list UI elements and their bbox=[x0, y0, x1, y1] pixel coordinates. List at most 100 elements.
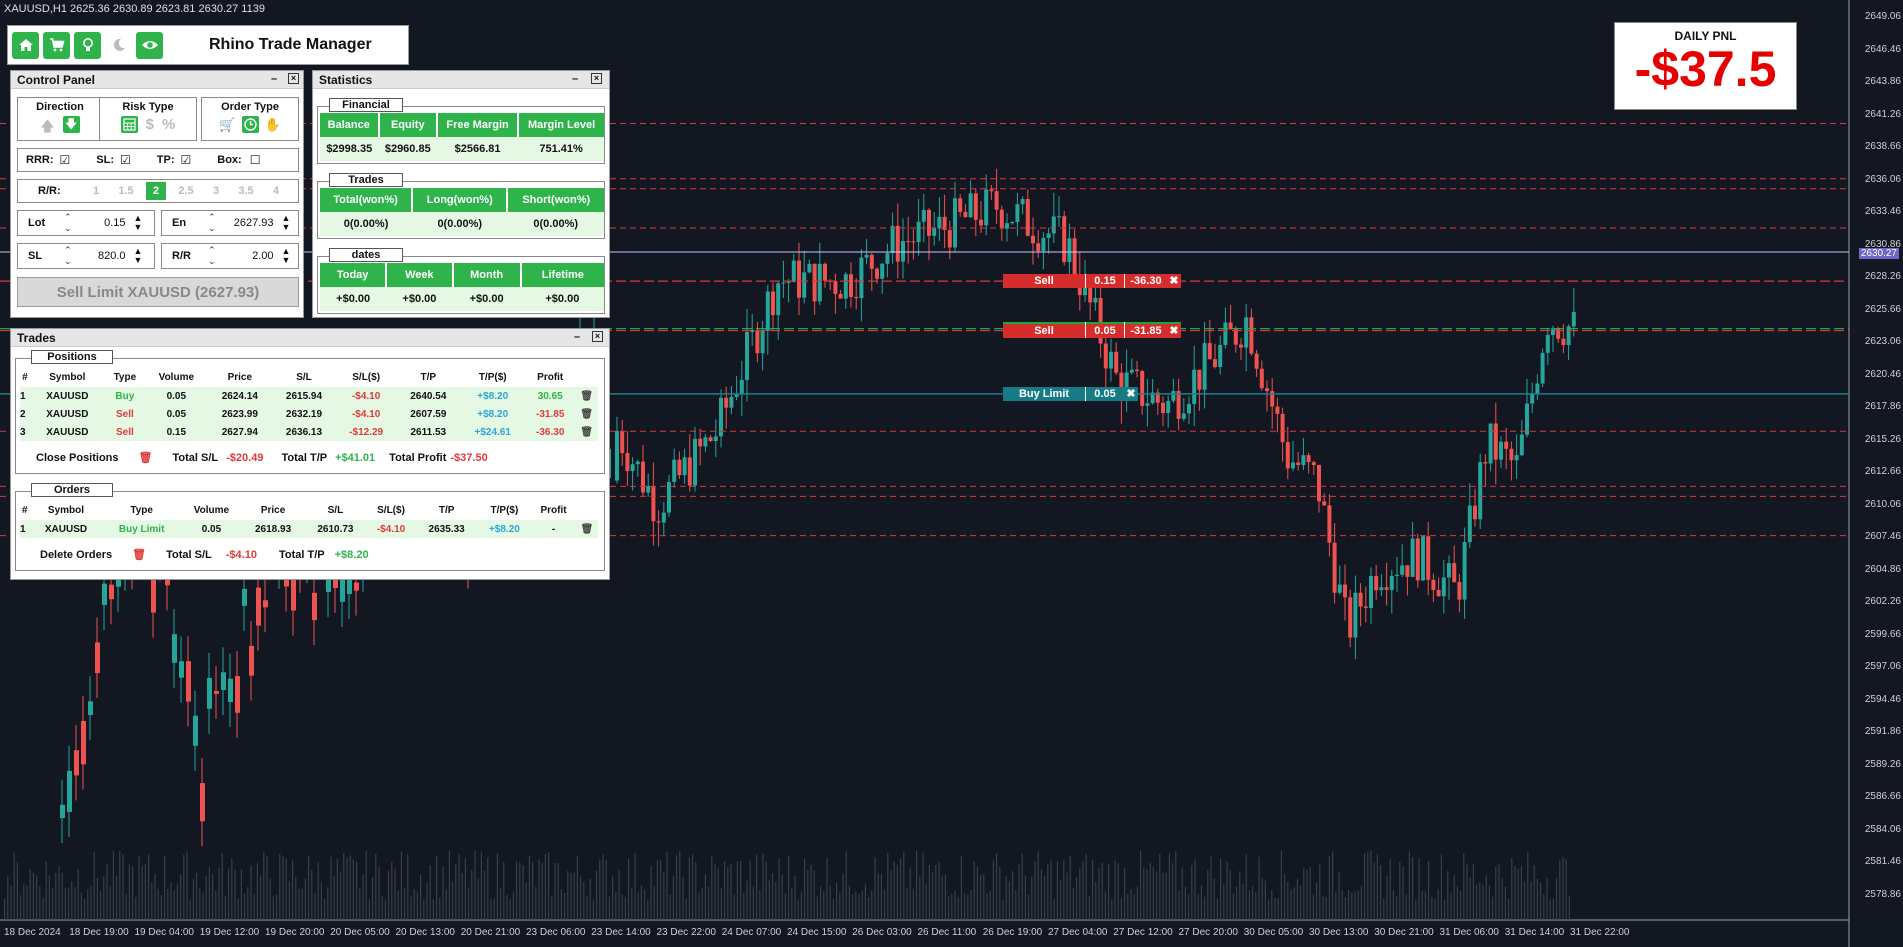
rr-option[interactable]: 2 bbox=[146, 182, 166, 200]
minimize-icon[interactable]: – bbox=[572, 73, 578, 85]
hand-icon[interactable]: ✋ bbox=[265, 117, 281, 133]
volume-bar bbox=[916, 850, 918, 920]
market-cart-icon[interactable]: 🛒 bbox=[219, 117, 235, 133]
close-icon[interactable]: ✖ bbox=[1167, 274, 1181, 289]
rr-stepper-icon[interactable]: ▲ ▼ bbox=[282, 247, 291, 265]
minimize-icon[interactable]: – bbox=[574, 331, 580, 343]
entry-spinner-icon[interactable]: ⌃ ⌄ bbox=[208, 212, 216, 234]
rr-option[interactable]: 1.5 bbox=[116, 182, 136, 200]
home-button[interactable] bbox=[12, 31, 39, 59]
volume-bar bbox=[1504, 886, 1506, 920]
entry-stepper-icon[interactable]: ▲ ▼ bbox=[282, 214, 291, 232]
volume-bar bbox=[1508, 899, 1510, 920]
rr-option[interactable]: 3 bbox=[206, 182, 226, 200]
volume-bar bbox=[688, 857, 690, 920]
volume-bar bbox=[845, 851, 847, 920]
volume-bar bbox=[253, 894, 255, 920]
sl-spinner-icon[interactable]: ⌃ ⌄ bbox=[64, 245, 72, 267]
position-row[interactable]: 2 XAUUSD Sell 0.05 2623.99 2632.19 -$4.10 2607.… bbox=[20, 405, 598, 423]
volume-bar bbox=[1031, 876, 1033, 920]
volume-bar bbox=[1124, 868, 1126, 920]
rr-option[interactable]: 2.5 bbox=[176, 182, 196, 200]
total-sl-value: -$20.49 bbox=[226, 451, 264, 464]
entry-input[interactable]: 2627.93 bbox=[224, 217, 274, 229]
rr-option[interactable]: 4 bbox=[266, 182, 286, 200]
rr-option[interactable]: 1 bbox=[86, 182, 106, 200]
sl-input[interactable]: 820.0 bbox=[82, 250, 126, 262]
volume-bar bbox=[1050, 860, 1052, 920]
position-row[interactable]: 3 XAUUSD Sell 0.15 2627.94 2636.13 -$12.29 2611… bbox=[20, 423, 598, 441]
trash-icon[interactable]: 🗑 bbox=[132, 548, 146, 561]
delete-orders-button[interactable]: Delete Orders bbox=[40, 549, 112, 561]
arrow-up-icon[interactable]: 🡅 bbox=[40, 116, 54, 140]
volume-bar bbox=[637, 892, 639, 920]
rr-spinner-icon[interactable]: ⌃ ⌄ bbox=[208, 245, 216, 267]
cell-sl: 2610.73 bbox=[317, 523, 354, 535]
lot-stepper-icon[interactable]: ▲ ▼ bbox=[134, 214, 143, 232]
lightbulb-button[interactable] bbox=[74, 31, 101, 59]
calculator-icon[interactable] bbox=[120, 116, 138, 133]
cell-price: 2624.14 bbox=[221, 390, 258, 402]
volume-bar bbox=[570, 873, 572, 920]
sl-checkbox[interactable]: ☑ bbox=[120, 153, 131, 167]
chart-trade-label[interactable]: Buy Limit 0.05 ✖ bbox=[1003, 386, 1138, 401]
arrow-down-icon[interactable]: 🡇 bbox=[62, 116, 80, 133]
candle-body bbox=[1176, 391, 1181, 419]
position-row[interactable]: 1 XAUUSD Buy 0.05 2624.14 2615.94 -$4.10 2640.5… bbox=[20, 387, 598, 405]
cell-profit: 30.65 bbox=[537, 390, 563, 402]
volume-bar bbox=[1143, 867, 1145, 920]
cell-profit: - bbox=[551, 523, 556, 535]
candle-body bbox=[1244, 317, 1249, 348]
order-row[interactable]: 1 XAUUSD Buy Limit 0.05 2618.93 2610.73 -$4.10… bbox=[20, 520, 598, 538]
volume-bar bbox=[1316, 882, 1318, 920]
time-axis-label: 26 Dec 11:00 bbox=[917, 927, 977, 938]
time-axis-label: 27 Dec 20:00 bbox=[1178, 927, 1239, 938]
volume-bar bbox=[330, 856, 332, 920]
price-axis-label: 2604.86 bbox=[1864, 563, 1901, 575]
close-icon[interactable]: × bbox=[591, 73, 602, 84]
rrr-checkbox[interactable]: ☑ bbox=[60, 153, 71, 167]
rr-input[interactable]: 2.00 bbox=[226, 250, 273, 262]
visibility-button[interactable] bbox=[136, 31, 163, 59]
volume-bar bbox=[90, 886, 92, 920]
close-icon[interactable]: ✖ bbox=[1167, 323, 1181, 338]
candle-body bbox=[1332, 542, 1337, 593]
close-icon[interactable]: ✖ bbox=[1124, 386, 1138, 401]
volume-bar bbox=[74, 887, 76, 920]
close-icon[interactable]: × bbox=[592, 331, 603, 342]
order-type-label: Order Type bbox=[221, 101, 279, 113]
volume-bar bbox=[205, 876, 207, 920]
volume-bar bbox=[244, 893, 246, 920]
chart-trade-label[interactable]: Sell 0.05 -31.85 ✖ bbox=[1003, 323, 1181, 338]
trash-icon[interactable]: 🗑 bbox=[575, 405, 598, 423]
time-axis-label: 19 Dec 12:00 bbox=[199, 927, 260, 938]
lot-input[interactable]: 0.15 bbox=[90, 217, 125, 229]
close-icon[interactable]: × bbox=[288, 73, 299, 84]
clock-icon[interactable] bbox=[241, 116, 259, 133]
sl-stepper-icon[interactable]: ▲ ▼ bbox=[134, 247, 143, 265]
dollar-icon[interactable]: $ bbox=[146, 116, 154, 133]
trash-icon[interactable]: 🗑 bbox=[575, 423, 598, 441]
trash-icon[interactable]: 🗑 bbox=[575, 387, 598, 405]
candle-body bbox=[228, 678, 233, 702]
percent-icon[interactable]: % bbox=[162, 116, 175, 133]
trash-icon[interactable]: 🗑 bbox=[576, 520, 598, 538]
rr-option[interactable]: 3.5 bbox=[236, 182, 256, 200]
column-header: T/P bbox=[420, 371, 437, 383]
lot-spinner-icon[interactable]: ⌃ ⌄ bbox=[64, 212, 72, 234]
trash-icon[interactable]: 🗑 bbox=[139, 451, 153, 464]
dark-mode-button[interactable] bbox=[105, 32, 132, 59]
cart-button[interactable] bbox=[43, 31, 70, 59]
close-positions-button[interactable]: Close Positions bbox=[36, 452, 119, 464]
volume-bar bbox=[1152, 867, 1154, 920]
volume-bar bbox=[160, 894, 162, 920]
box-checkbox[interactable]: ☐ bbox=[250, 153, 261, 167]
volume-bar bbox=[1405, 894, 1407, 920]
candle-body bbox=[1213, 359, 1217, 367]
cell-symbol: XAUUSD bbox=[46, 390, 89, 402]
chart-trade-label[interactable]: Sell 0.15 -36.30 ✖ bbox=[1003, 274, 1181, 289]
sell-limit-button[interactable]: Sell Limit XAUUSD (2627.93) bbox=[17, 277, 299, 307]
tp-checkbox[interactable]: ☑ bbox=[181, 153, 192, 167]
minimize-icon[interactable]: – bbox=[271, 73, 277, 85]
orders-title: Orders bbox=[31, 483, 113, 497]
